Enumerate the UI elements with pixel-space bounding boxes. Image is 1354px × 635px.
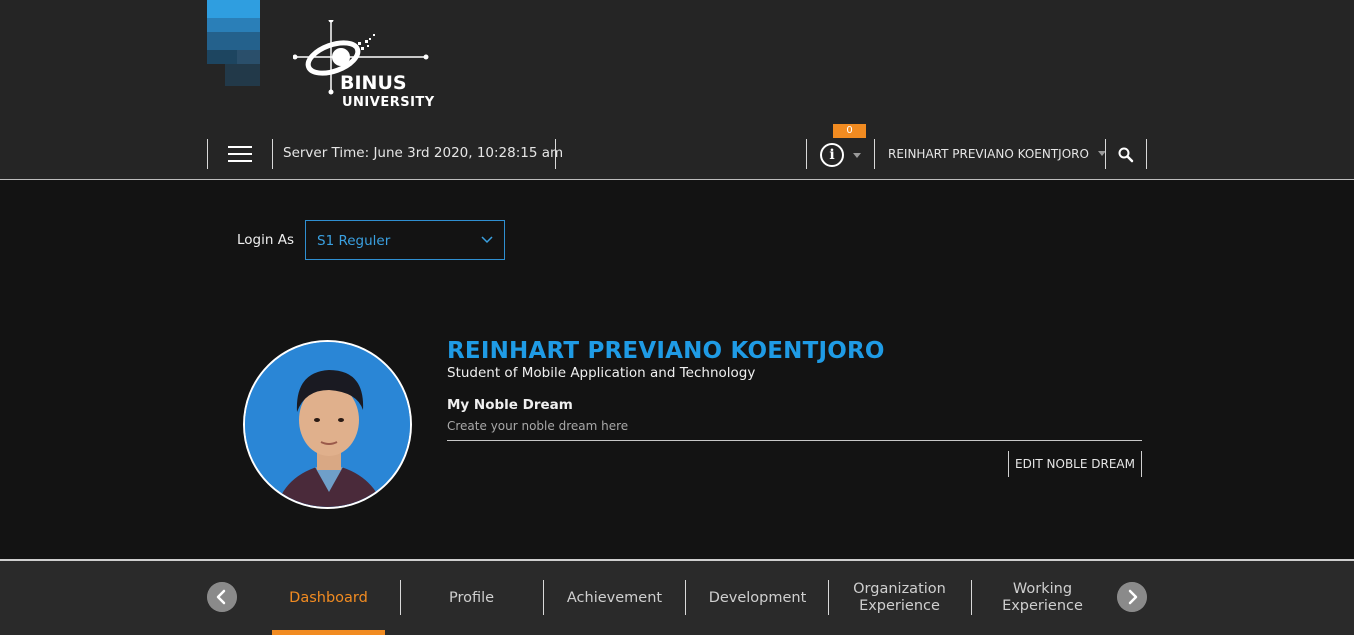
avatar-photo: [245, 342, 410, 507]
hamburger-icon-bar: [228, 153, 252, 155]
tab-profile[interactable]: Profile: [400, 580, 543, 616]
tab-label: Working Experience: [1002, 581, 1083, 614]
noble-dream-title: My Noble Dream: [447, 397, 573, 413]
tab-label: Achievement: [566, 589, 663, 606]
toolbar-divider: [806, 139, 807, 169]
login-as-value: S1 Reguler: [317, 233, 391, 249]
tab-label: Organization Experience: [853, 581, 946, 614]
info-icon: i: [820, 143, 844, 167]
student-program: Student of Mobile Application and Techno…: [447, 365, 756, 381]
toolbar-divider: [207, 139, 208, 169]
hamburger-icon-bar: [228, 160, 252, 162]
notification-badge: 0: [833, 124, 866, 138]
tab-label: Development: [708, 589, 807, 606]
chevron-right-icon[interactable]: [1117, 582, 1147, 612]
student-name: REINHART PREVIANO KOENTJORO: [447, 338, 885, 364]
logo-subtitle: UNIVERSITY: [342, 95, 435, 110]
login-as-select[interactable]: S1 Reguler: [305, 220, 505, 260]
tab-achievement[interactable]: Achievement: [543, 580, 686, 616]
toolbar-divider: [1146, 139, 1147, 169]
tab-development[interactable]: Development: [686, 580, 829, 616]
logo-wordmark: BINUS: [340, 72, 407, 94]
tab-dashboard[interactable]: Dashboard: [257, 580, 400, 616]
notification-button[interactable]: i: [818, 142, 866, 168]
search-icon[interactable]: [1115, 144, 1137, 166]
top-header: BINUS UNIVERSITY Server Time: June 3rd 2…: [0, 0, 1354, 180]
tab-label: Profile: [448, 589, 495, 606]
caret-down-icon: [853, 153, 861, 158]
hamburger-icon: [228, 146, 252, 148]
active-tab-indicator: [272, 630, 385, 635]
toolbar-divider: [272, 139, 273, 169]
menu-button[interactable]: [224, 140, 256, 168]
avatar: [243, 340, 412, 509]
login-as-label: Login As: [237, 232, 294, 248]
brand-stripe-graphic: [207, 0, 260, 86]
chevron-left-icon[interactable]: [207, 582, 237, 612]
toolbar-divider: [1105, 139, 1106, 169]
tab-organization-experience[interactable]: Organization Experience: [828, 580, 971, 616]
user-menu[interactable]: REINHART PREVIANO KOENTJORO: [888, 147, 1106, 161]
toolbar-divider: [555, 139, 556, 169]
edit-noble-dream-button[interactable]: EDIT NOBLE DREAM: [1008, 451, 1142, 477]
tab-label: Dashboard: [289, 589, 368, 606]
server-time: Server Time: June 3rd 2020, 10:28:15 am: [283, 145, 564, 161]
toolbar-divider: [874, 139, 875, 169]
chevron-down-icon: [481, 236, 493, 244]
noble-dream-field[interactable]: Create your noble dream here: [447, 418, 1142, 441]
user-name: REINHART PREVIANO KOENTJORO: [888, 147, 1089, 161]
tab-working-experience[interactable]: Working Experience: [971, 580, 1114, 616]
